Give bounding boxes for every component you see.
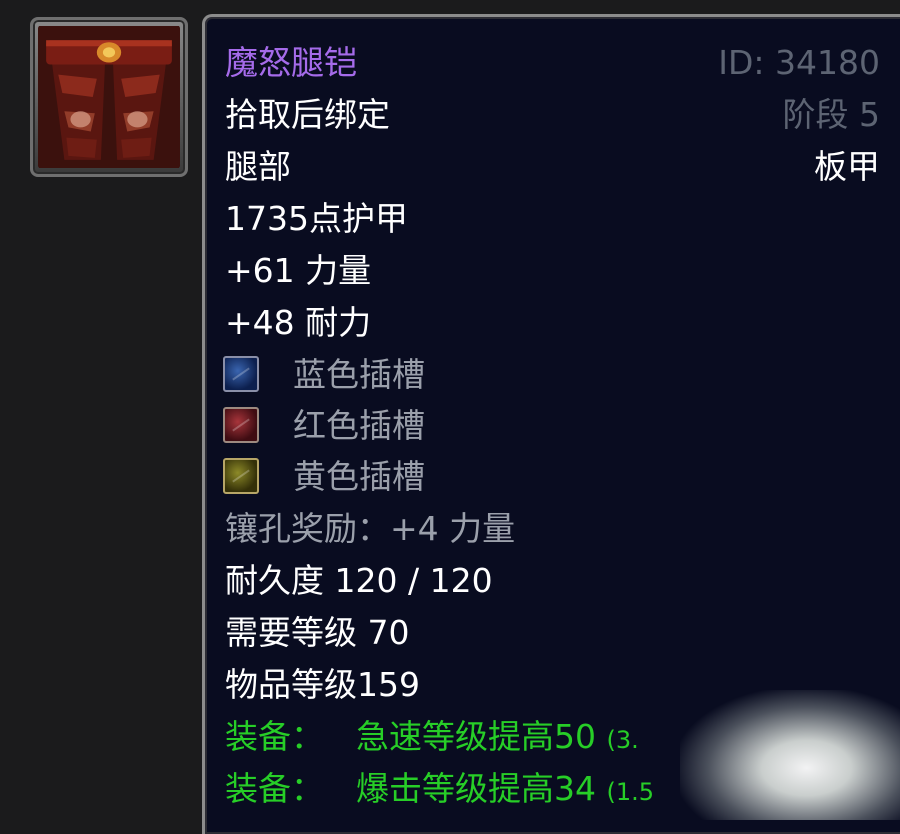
socket-label: 蓝色插槽	[293, 355, 425, 394]
equip-prefix: 装备：	[225, 717, 324, 756]
equip-prefix: 装备：	[225, 769, 324, 808]
bind-type: 拾取后绑定	[225, 95, 390, 134]
yellow-socket-icon	[223, 458, 259, 494]
item-phase: 阶段 5	[782, 95, 881, 134]
required-level: 需要等级 70	[225, 613, 410, 652]
item-tooltip: 魔怒腿铠 ID: 34180 拾取后绑定 阶段 5 腿部 板甲 1735点护甲 …	[202, 14, 900, 834]
equip-text: 急速等级提高50	[356, 717, 596, 756]
socket-label: 黄色插槽	[293, 457, 425, 496]
equip-effect-haste: 装备： 急速等级提高50 (3.	[225, 715, 639, 759]
plate-legs-icon	[38, 26, 180, 168]
socket-bonus: 镶孔奖励：+4 力量	[225, 509, 516, 548]
equip-extra: (1.5	[606, 778, 655, 806]
stat-stamina: +48 耐力	[225, 303, 372, 342]
equip-text: 爆击等级提高34	[356, 769, 596, 808]
equip-effect-crit: 装备： 爆击等级提高34 (1.5	[225, 767, 654, 811]
stat-strength: +61 力量	[225, 251, 372, 290]
socket-label: 红色插槽	[293, 406, 425, 445]
item-id: ID: 34180	[718, 43, 880, 82]
equip-extra: (3.	[606, 726, 639, 754]
blue-socket-icon	[223, 356, 259, 392]
armor-type: 板甲	[814, 147, 880, 186]
item-name: 魔怒腿铠	[225, 43, 357, 82]
armor-value: 1735点护甲	[225, 199, 408, 238]
item-level: 物品等级159	[225, 665, 420, 704]
item-slot: 腿部	[225, 147, 291, 186]
red-socket-icon	[223, 407, 259, 443]
durability: 耐久度 120 / 120	[225, 561, 493, 600]
item-icon-frame[interactable]	[30, 17, 188, 177]
